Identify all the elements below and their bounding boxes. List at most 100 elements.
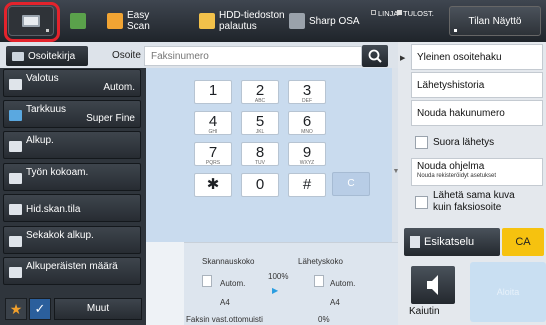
address-book-icon: [12, 51, 24, 61]
recall-program-label: Nouda ohjelma: [417, 161, 485, 172]
key-letters: PQRS: [205, 160, 221, 166]
key-6[interactable]: 6 MNO: [288, 111, 326, 135]
setting-mixed-size[interactable]: Sekakok alkup.: [3, 226, 141, 254]
key-hash[interactable]: #: [288, 173, 326, 197]
setting-name: Valotus: [26, 73, 59, 84]
same-image-label: Lähetä sama kuva kuin faksiosoite: [433, 190, 515, 213]
address-label: Osoite: [112, 50, 141, 61]
setting-job-build[interactable]: Työn kokoam.: [3, 163, 141, 191]
start-button[interactable]: Aloita: [470, 262, 546, 322]
corner-dot-icon: [454, 29, 457, 32]
setting-name: Työn kokoam.: [26, 167, 89, 178]
key-7[interactable]: 7 PQRS: [194, 142, 232, 166]
fax-memory-label: Faksin vast.ottomuisti: [186, 315, 263, 324]
address-book-label: Osoitekirja: [28, 50, 76, 62]
original-count-icon: [9, 267, 22, 278]
easy-scan-icon: [107, 13, 123, 29]
collapse-arrow-icon[interactable]: ▶: [400, 54, 408, 64]
line-indicator-icon: [371, 10, 376, 15]
speaker-button[interactable]: [411, 266, 455, 304]
setting-name: Alkup.: [26, 135, 54, 146]
shortcut-icon-only[interactable]: [70, 6, 90, 36]
send-size-label: Lähetyskoko: [298, 257, 343, 266]
shortcut-sharp-osa[interactable]: Sharp OSA: [289, 6, 360, 36]
preview-icon: [410, 236, 420, 248]
setting-original-count[interactable]: Alkuperäisten määrä: [3, 257, 141, 285]
key-9[interactable]: 9 WXYZ: [288, 142, 326, 166]
key-digit: 2: [255, 82, 265, 99]
hdd-file-icon: [199, 13, 215, 29]
star-icon: ★: [9, 301, 23, 317]
arrow-right-icon: ▶: [272, 286, 279, 295]
key-star[interactable]: ✱: [194, 173, 232, 197]
scan-paper-size: A4: [220, 298, 230, 307]
key-digit: ✱: [206, 176, 220, 193]
key-digit: 0: [255, 176, 265, 193]
setting-original[interactable]: Alkup.: [3, 131, 141, 159]
setting-value: Autom.: [103, 82, 135, 93]
key-letters: WXYZ: [299, 160, 315, 166]
key-digit: 7: [208, 144, 218, 161]
recall-program-sublabel: Nouda rekisteröidyt asetukset: [417, 173, 497, 179]
address-book-button[interactable]: Osoitekirja: [6, 46, 88, 66]
key-letters: DEF: [302, 98, 312, 104]
scan-document-icon: [202, 275, 212, 287]
search-button[interactable]: [362, 45, 388, 67]
retrieve-search-number-label: Nouda hakunumero: [417, 107, 505, 119]
setting-slow-scan[interactable]: Hid.skan.tila: [3, 194, 141, 222]
top-bar: Easy Scan HDD-tiedoston palautus Sharp O…: [0, 0, 546, 42]
setting-value: Super Fine: [86, 113, 135, 124]
same-image-checkbox[interactable]: [415, 195, 428, 209]
fax-number-input[interactable]: [144, 46, 362, 66]
search-icon: [368, 49, 382, 63]
send-history-button[interactable]: Lähetyshistoria: [411, 72, 543, 98]
key-0[interactable]: 0: [241, 173, 279, 197]
setting-name: Alkuperäisten määrä: [26, 261, 118, 272]
favorite-star-button[interactable]: ★: [5, 298, 27, 320]
shortcut-hdd-restore[interactable]: HDD-tiedoston palautus: [199, 6, 285, 36]
status-display-button[interactable]: Tilan Näyttö: [449, 6, 541, 36]
setting-exposure[interactable]: Valotus Autom.: [3, 69, 141, 97]
recall-program-button[interactable]: Nouda ohjelma Nouda rekisteröidyt asetuk…: [411, 158, 543, 186]
resolution-icon: [9, 110, 22, 121]
setting-name: Sekakok alkup.: [26, 230, 94, 241]
scan-info-panel: Skannauskoko Lähetyskoko Autom. 100% ▶ A…: [184, 242, 398, 325]
key-2[interactable]: 2 ABC: [241, 80, 279, 104]
speaker-icon: [427, 275, 438, 295]
shortcut-easy-scan[interactable]: Easy Scan: [107, 6, 150, 36]
clear-all-button[interactable]: CA: [502, 228, 544, 256]
key-letters: MNO: [301, 129, 313, 135]
print-indicator-icon: [397, 10, 402, 15]
key-5[interactable]: 5 JKL: [241, 111, 279, 135]
key-letters: JKL: [255, 129, 265, 135]
scan-mode: Autom.: [220, 279, 246, 288]
key-3[interactable]: 3 DEF: [288, 80, 326, 104]
key-clear[interactable]: C: [332, 172, 370, 196]
key-1[interactable]: 1: [194, 80, 232, 104]
key-digit: #: [302, 176, 312, 193]
direct-send-option[interactable]: Suora lähetys: [415, 133, 543, 151]
settings-column: Valotus Autom. Tarkkuus Super Fine Alkup…: [0, 68, 146, 325]
global-address-search-button[interactable]: Yleinen osoitehaku: [411, 44, 543, 70]
setting-resolution[interactable]: Tarkkuus Super Fine: [3, 100, 141, 128]
same-image-option[interactable]: Lähetä sama kuva kuin faksiosoite: [415, 188, 543, 216]
preview-label: Esikatselu: [424, 236, 475, 248]
key-4[interactable]: 4 GHI: [194, 111, 232, 135]
send-document-icon: [314, 275, 324, 287]
key-8[interactable]: 8 TUV: [241, 142, 279, 166]
bottom-left-bar: ★ ✓ Muut: [0, 294, 146, 325]
send-mode: Autom.: [330, 279, 356, 288]
send-paper-size: A4: [330, 298, 340, 307]
highlight-ring: [4, 2, 60, 42]
fax-memory-value: 0%: [318, 315, 330, 324]
preview-button[interactable]: Esikatselu: [404, 228, 500, 256]
direct-send-checkbox[interactable]: [415, 135, 428, 149]
key-letters: GHI: [208, 129, 218, 135]
check-button[interactable]: ✓: [29, 298, 51, 320]
key-letters: TUV: [255, 160, 265, 166]
others-button[interactable]: Muut: [54, 298, 142, 320]
retrieve-search-number-button[interactable]: Nouda hakunumero: [411, 100, 543, 126]
send-history-label: Lähetyshistoria: [417, 79, 485, 91]
key-letters: ABC: [254, 98, 266, 104]
shortcut-hdd-restore-label: HDD-tiedoston palautus: [219, 10, 285, 32]
